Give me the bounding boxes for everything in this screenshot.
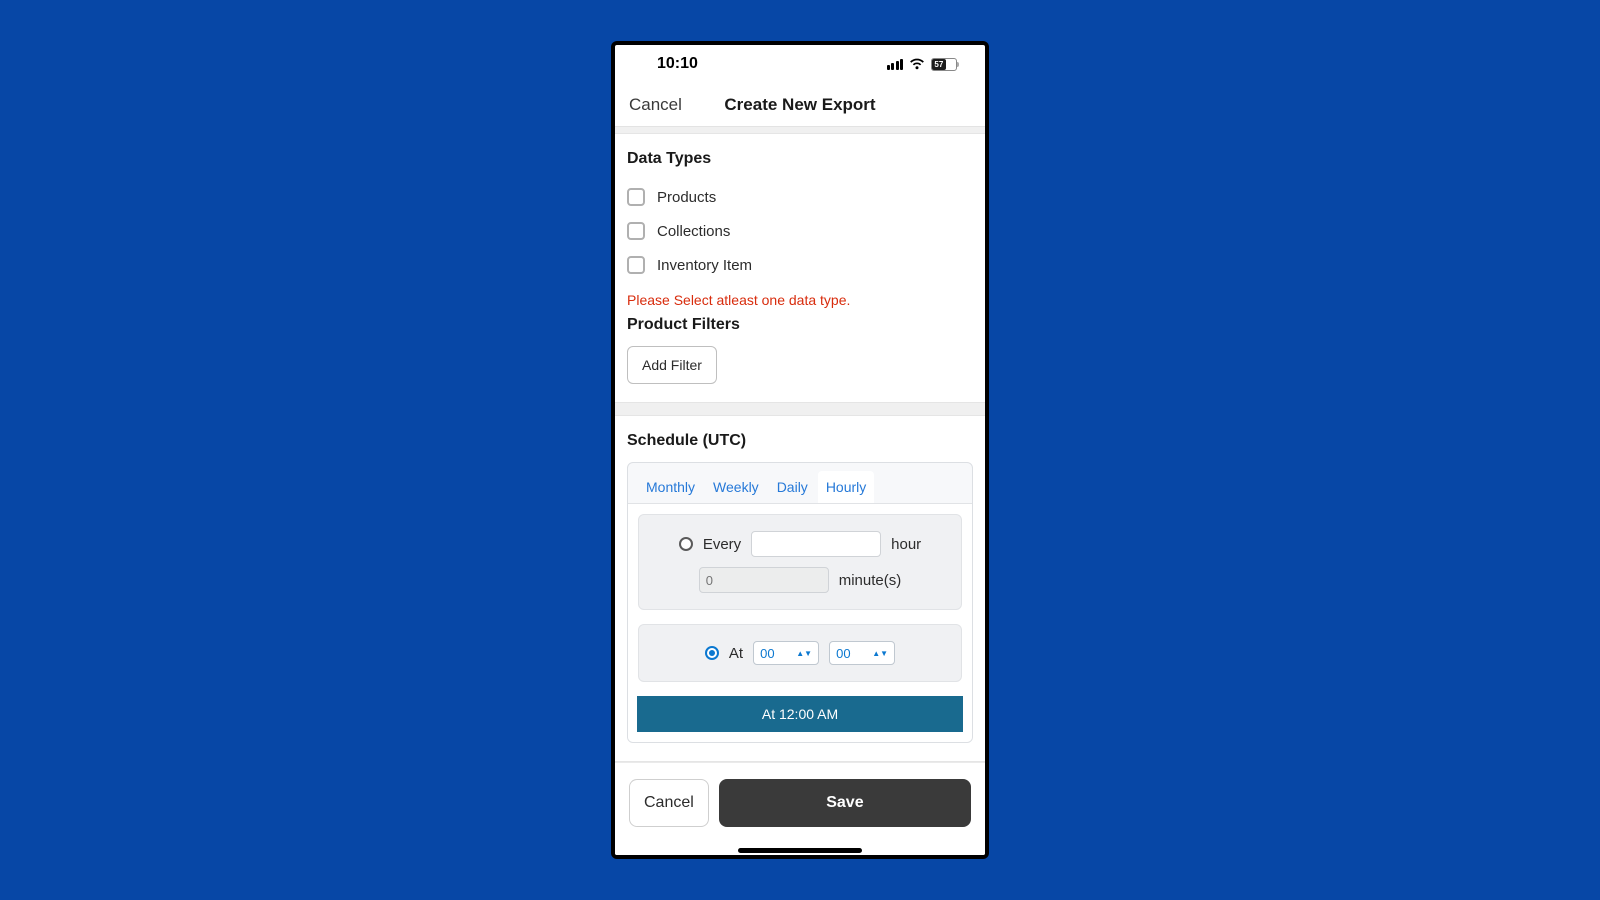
checkbox-icon[interactable] (627, 256, 645, 274)
at-hour-value: 00 (760, 646, 774, 661)
every-minutes-after: minute(s) (839, 572, 902, 589)
data-types-card: Data Types Products Collections Inventor… (615, 133, 985, 403)
checkbox-icon[interactable] (627, 222, 645, 240)
checkbox-icon[interactable] (627, 188, 645, 206)
battery-level: 57 (932, 59, 946, 70)
tab-weekly[interactable]: Weekly (705, 471, 767, 503)
data-types-title: Data Types (627, 150, 973, 168)
wifi-icon (909, 58, 925, 70)
checkbox-inventory-item[interactable]: Inventory Item (627, 248, 973, 282)
checkbox-label: Collections (657, 223, 730, 240)
status-time: 10:10 (657, 55, 698, 73)
every-label-before: Every (703, 536, 741, 553)
radio-every[interactable] (679, 537, 693, 551)
product-filters-title: Product Filters (627, 316, 973, 334)
radio-at[interactable] (705, 646, 719, 660)
schedule-tabs: Monthly Weekly Daily Hourly (628, 463, 972, 503)
chevron-updown-icon: ▲▼ (872, 651, 888, 656)
status-icons: 57 (887, 58, 958, 71)
at-minute-value: 00 (836, 646, 850, 661)
every-label-after: hour (891, 536, 921, 553)
scroll-content[interactable]: Data Types Products Collections Inventor… (615, 127, 985, 762)
home-indicator[interactable] (738, 848, 862, 853)
checkbox-collections[interactable]: Collections (627, 214, 973, 248)
battery-icon: 57 (931, 58, 957, 71)
status-bar: 10:10 57 (615, 45, 985, 83)
hourly-panel: Every hour minute(s) (628, 503, 972, 742)
checkbox-products[interactable]: Products (627, 180, 973, 214)
every-hour-input[interactable] (751, 531, 881, 557)
schedule-box: Monthly Weekly Daily Hourly Every hour (627, 462, 973, 743)
at-label: At (729, 645, 743, 662)
tab-monthly[interactable]: Monthly (638, 471, 703, 503)
at-hour-select[interactable]: 00 ▲▼ (753, 641, 819, 665)
schedule-summary: At 12:00 AM (637, 696, 963, 732)
nav-cancel-button[interactable]: Cancel (629, 95, 682, 115)
checkbox-label: Products (657, 189, 716, 206)
tab-hourly[interactable]: Hourly (818, 471, 874, 503)
tab-daily[interactable]: Daily (769, 471, 816, 503)
nav-bar: Cancel Create New Export (615, 83, 985, 127)
option-at: At 00 ▲▼ 00 ▲▼ (638, 624, 962, 682)
schedule-card: Schedule (UTC) Monthly Weekly Daily Hour… (615, 415, 985, 762)
save-button[interactable]: Save (719, 779, 971, 827)
checkbox-label: Inventory Item (657, 257, 752, 274)
every-minute-input[interactable] (699, 567, 829, 593)
at-minute-select[interactable]: 00 ▲▼ (829, 641, 895, 665)
footer: Cancel Save (615, 762, 985, 855)
cellular-icon (887, 58, 904, 70)
phone-screen: 10:10 57 Cancel Create New Export Data T… (615, 45, 985, 855)
option-every: Every hour minute(s) (638, 514, 962, 610)
phone-frame: 10:10 57 Cancel Create New Export Data T… (611, 41, 989, 859)
schedule-title: Schedule (UTC) (627, 432, 973, 450)
chevron-updown-icon: ▲▼ (796, 651, 812, 656)
add-filter-button[interactable]: Add Filter (627, 346, 717, 384)
data-types-error: Please Select atleast one data type. (627, 292, 973, 308)
cancel-button[interactable]: Cancel (629, 779, 709, 827)
